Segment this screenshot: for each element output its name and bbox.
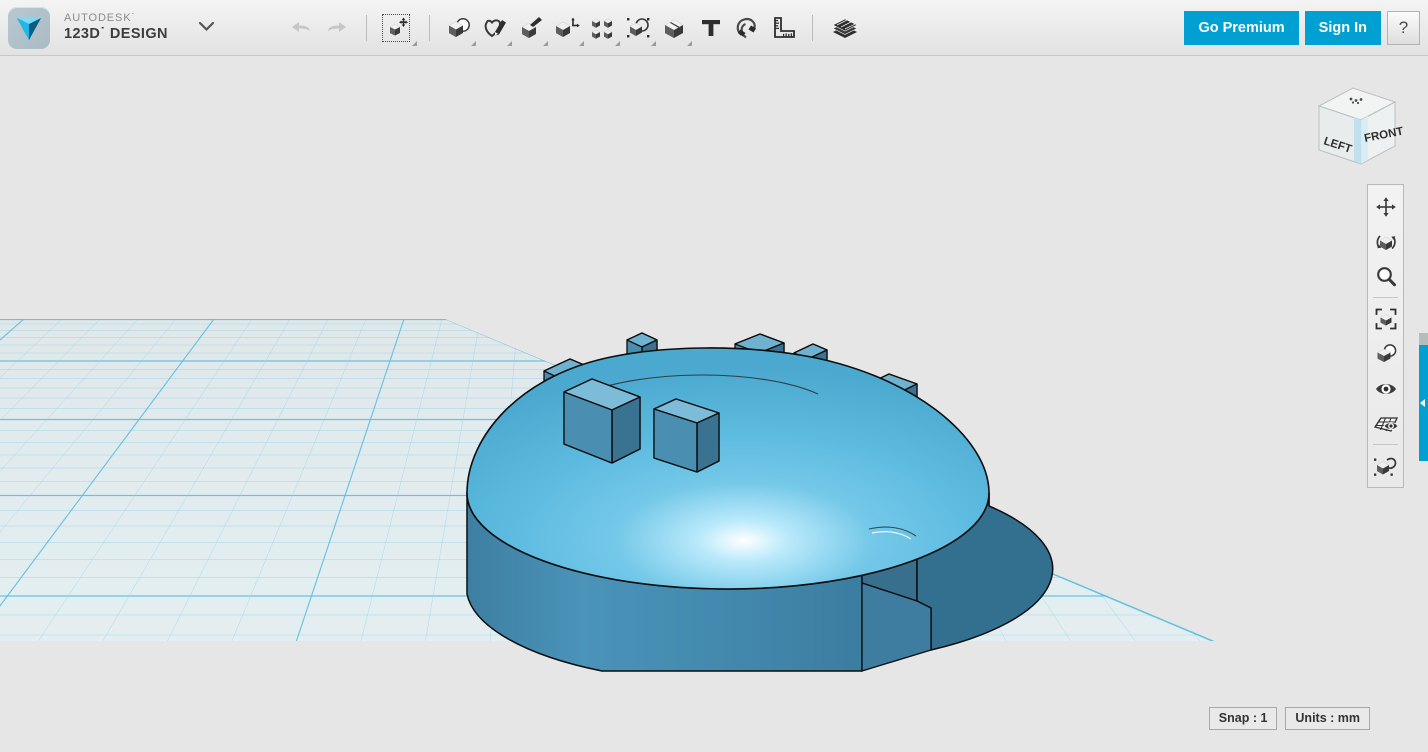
brand-product-name: 123D˙ DESIGN	[64, 27, 168, 42]
app-window: AUTODESK˙ 123D˙ DESIGN	[0, 0, 1428, 752]
redo-button[interactable]	[319, 8, 355, 48]
combine-button[interactable]	[657, 8, 693, 48]
modify-button[interactable]	[549, 8, 585, 48]
transform-button[interactable]	[378, 8, 418, 48]
chevron-down-icon	[687, 41, 692, 46]
account-group: Go Premium Sign In ?	[1184, 11, 1428, 45]
orbit-cube-icon[interactable]	[1368, 224, 1403, 259]
chevron-down-icon	[651, 41, 656, 46]
status-bar: Snap : 1 Units : mm	[1209, 707, 1370, 730]
primitives-button[interactable]	[441, 8, 477, 48]
chevron-down-icon[interactable]	[198, 19, 215, 37]
autodesk-123d-logo-icon	[8, 7, 50, 49]
magnifier-icon[interactable]	[1368, 259, 1403, 294]
chevron-down-icon	[543, 41, 548, 46]
pattern-button[interactable]	[585, 8, 621, 48]
eye-icon[interactable]	[1368, 371, 1403, 406]
materials-button[interactable]	[824, 8, 866, 48]
snap-status[interactable]: Snap : 1	[1209, 707, 1278, 730]
fit-to-window-cube-icon[interactable]	[1368, 301, 1403, 336]
view-cube[interactable]: LEFT FRONT	[1307, 78, 1403, 170]
toolbar-divider	[1373, 444, 1398, 445]
selection-marquee-icon	[382, 14, 410, 42]
help-button[interactable]: ?	[1387, 11, 1420, 45]
brand-company-name: AUTODESK˙	[64, 13, 168, 25]
brand-text: AUTODESK˙ 123D˙ DESIGN	[64, 13, 168, 42]
undo-button[interactable]	[283, 8, 319, 48]
toolbar-separator	[812, 15, 813, 41]
sketch-button[interactable]	[477, 8, 513, 48]
construct-button[interactable]	[513, 8, 549, 48]
view-settings-cube-icon[interactable]	[1368, 336, 1403, 371]
right-panel-tab-cap	[1419, 333, 1428, 345]
scene-graphics	[0, 56, 1428, 752]
tab-2	[654, 399, 719, 472]
go-premium-button[interactable]: Go Premium	[1184, 11, 1298, 45]
viewport-3d[interactable]: LEFT FRONT	[0, 56, 1428, 752]
chevron-down-icon	[615, 41, 620, 46]
grid-eye-icon[interactable]	[1368, 406, 1403, 441]
modeling-tools-group	[441, 8, 866, 48]
snap-magnet-button[interactable]	[729, 8, 765, 48]
top-toolbar: AUTODESK˙ 123D˙ DESIGN	[0, 0, 1428, 56]
toolbar-separator	[429, 15, 430, 41]
display-settings-cube-icon[interactable]	[1368, 448, 1403, 483]
chevron-left-icon	[1420, 399, 1425, 407]
toolbar-divider	[1373, 297, 1398, 298]
chevron-down-icon	[507, 41, 512, 46]
chevron-down-icon	[579, 41, 584, 46]
text-button[interactable]	[693, 8, 729, 48]
view-navigation-toolbar	[1367, 184, 1404, 488]
history-group	[283, 8, 441, 48]
measure-button[interactable]	[765, 8, 801, 48]
model-dome-capped-cylinder	[467, 333, 1053, 671]
pan-arrows-icon[interactable]	[1368, 189, 1403, 224]
sign-in-button[interactable]: Sign In	[1305, 11, 1381, 45]
brand-logo-group[interactable]: AUTODESK˙ 123D˙ DESIGN	[0, 7, 215, 49]
toolbar-separator	[366, 15, 367, 41]
grouping-button[interactable]	[621, 8, 657, 48]
right-panel-toggle[interactable]	[1419, 345, 1428, 461]
chevron-down-icon	[412, 41, 417, 46]
units-status[interactable]: Units : mm	[1285, 707, 1370, 730]
chevron-down-icon	[471, 41, 476, 46]
